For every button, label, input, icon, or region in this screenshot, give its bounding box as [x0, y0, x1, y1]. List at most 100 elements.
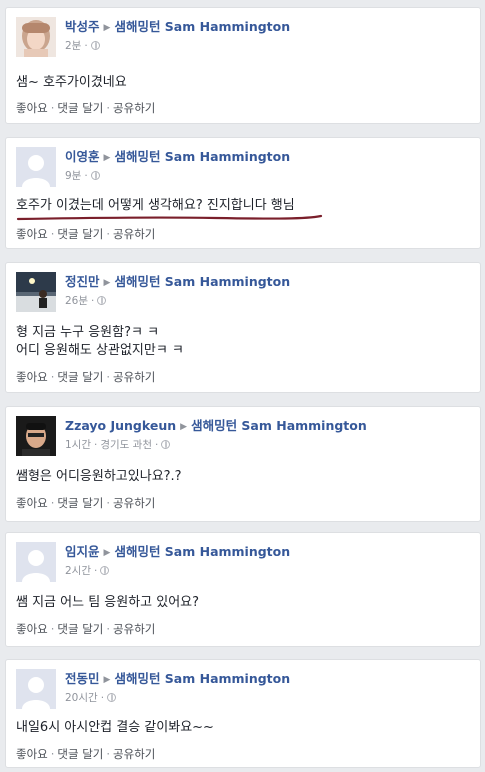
- share-link[interactable]: 공유하기: [113, 747, 155, 761]
- post-actions: 좋아요 · 댓글 달기 · 공유하기: [16, 101, 155, 115]
- profile-photo: [16, 17, 56, 57]
- like-link[interactable]: 좋아요: [16, 101, 48, 115]
- post-text: 내일6시 아시안컵 결승 같이봐요~~: [16, 719, 470, 737]
- avatar[interactable]: [16, 669, 56, 709]
- globe-icon: [100, 566, 110, 575]
- meta-separator: ·: [94, 565, 98, 577]
- action-separator: ·: [50, 370, 55, 384]
- post-time[interactable]: 9분: [65, 170, 81, 182]
- post-text-line: 샘~ 호주가이겼네요: [16, 75, 127, 90]
- avatar[interactable]: [16, 147, 56, 187]
- post-text: 쌤 지금 어느 팀 응원하고 있어요?: [16, 594, 470, 612]
- action-separator: ·: [50, 622, 55, 636]
- profile-photo: [16, 272, 56, 312]
- action-separator: ·: [50, 747, 55, 761]
- comment-link[interactable]: 댓글 달기: [57, 747, 103, 761]
- post-card: Zzayo Jungkeun ▶ 샘해밍턴 Sam Hammington 1시간 · 경…: [5, 406, 481, 522]
- post-target[interactable]: 샘해밍턴 Sam Hammington: [114, 149, 290, 164]
- post-time[interactable]: 2시간: [65, 565, 91, 577]
- post-target[interactable]: 샘해밍턴 Sam Hammington: [114, 19, 290, 34]
- post-text-line: 쌤형은 어디응원하고있나요?.?: [16, 469, 182, 484]
- action-separator: ·: [106, 370, 111, 384]
- action-separator: ·: [50, 227, 55, 241]
- post-text-line: 쌤 지금 어느 팀 응원하고 있어요?: [16, 595, 200, 610]
- like-link[interactable]: 좋아요: [16, 227, 48, 241]
- arrow-right-icon: ▶: [103, 278, 111, 288]
- globe-icon: [161, 440, 171, 449]
- post-card: 전동민 ▶ 샘해밍턴 Sam Hammington 20시간 · 내일6시 아시안컵 …: [5, 659, 481, 768]
- meta-separator: ·: [91, 295, 95, 307]
- globe-icon: [90, 171, 100, 180]
- share-link[interactable]: 공유하기: [113, 622, 155, 636]
- handdrawn-underline: [16, 214, 323, 221]
- comment-link[interactable]: 댓글 달기: [57, 622, 103, 636]
- action-separator: ·: [106, 622, 111, 636]
- globe-icon: [90, 41, 100, 50]
- post-actions: 좋아요 · 댓글 달기 · 공유하기: [16, 227, 155, 241]
- post-text: 샘~ 호주가이겼네요: [16, 74, 470, 92]
- post-text-line: 어디 응원해도 상관없지만ㅋ ㅋ: [16, 343, 184, 358]
- post-time[interactable]: 1시간: [65, 439, 91, 451]
- share-link[interactable]: 공유하기: [113, 227, 155, 241]
- share-link[interactable]: 공유하기: [113, 101, 155, 115]
- meta-separator: ·: [100, 692, 105, 704]
- arrow-right-icon: ▶: [180, 422, 188, 432]
- comment-link[interactable]: 댓글 달기: [57, 370, 103, 384]
- avatar[interactable]: [16, 272, 56, 312]
- post-author[interactable]: Zzayo Jungkeun: [65, 418, 176, 433]
- like-link[interactable]: 좋아요: [16, 622, 48, 636]
- avatar[interactable]: [16, 416, 56, 456]
- post-text-line: 내일6시 아시안컵 결승 같이봐요~~: [16, 720, 214, 735]
- post-card: 박성주 ▶ 샘해밍턴 Sam Hammington 2분 · 샘~ 호주가이겼네요 좋…: [5, 7, 481, 124]
- action-separator: ·: [106, 227, 111, 241]
- default-avatar-icon: [16, 147, 56, 187]
- meta-separator: ·: [84, 40, 88, 52]
- post-card: 이영훈 ▶ 샘해밍턴 Sam Hammington 9분 · 호주가 이겼는데 어떻게…: [5, 137, 481, 249]
- post-card: 정진만 ▶ 샘해밍턴 Sam Hammington 26분 · 형 지금 누구 응원함…: [5, 262, 481, 393]
- post-actions: 좋아요 · 댓글 달기 · 공유하기: [16, 370, 155, 384]
- meta-separator: ·: [94, 439, 98, 451]
- arrow-right-icon: ▶: [103, 23, 111, 33]
- post-location[interactable]: 경기도 과천: [100, 439, 152, 451]
- arrow-right-icon: ▶: [103, 675, 111, 685]
- comment-link[interactable]: 댓글 달기: [57, 496, 103, 510]
- post-time[interactable]: 2분: [65, 40, 81, 52]
- post-target[interactable]: 샘해밍턴 Sam Hammington: [114, 544, 290, 559]
- post-time[interactable]: 20시간: [65, 692, 98, 704]
- action-separator: ·: [50, 496, 55, 510]
- post-actions: 좋아요 · 댓글 달기 · 공유하기: [16, 496, 155, 510]
- post-card: 임지윤 ▶ 샘해밍턴 Sam Hammington 2시간 · 쌤 지금 어느 팀 응…: [5, 532, 481, 647]
- share-link[interactable]: 공유하기: [113, 370, 155, 384]
- comment-link[interactable]: 댓글 달기: [57, 101, 103, 115]
- post-time[interactable]: 26분: [65, 295, 88, 307]
- like-link[interactable]: 좋아요: [16, 747, 48, 761]
- comment-link[interactable]: 댓글 달기: [57, 227, 103, 241]
- post-text: 쌤형은 어디응원하고있나요?.?: [16, 468, 470, 486]
- meta-separator: ·: [84, 170, 88, 182]
- action-separator: ·: [106, 101, 111, 115]
- arrow-right-icon: ▶: [103, 153, 111, 163]
- avatar[interactable]: [16, 542, 56, 582]
- arrow-right-icon: ▶: [103, 548, 111, 558]
- post-author[interactable]: 임지윤: [65, 544, 100, 559]
- post-target[interactable]: 샘해밍턴 Sam Hammington: [114, 671, 290, 686]
- post-author[interactable]: 박성주: [65, 19, 100, 34]
- post-actions: 좋아요 · 댓글 달기 · 공유하기: [16, 622, 155, 636]
- post-text: 형 지금 누구 응원함?ㅋ ㅋ 어디 응원해도 상관없지만ㅋ ㅋ: [16, 324, 470, 360]
- post-target[interactable]: 샘해밍턴 Sam Hammington: [114, 274, 290, 289]
- post-target[interactable]: 샘해밍턴 Sam Hammington: [191, 418, 367, 433]
- action-separator: ·: [106, 747, 111, 761]
- post-author[interactable]: 정진만: [65, 274, 100, 289]
- profile-photo: [16, 416, 56, 456]
- post-text-line: 형 지금 누구 응원함?ㅋ ㅋ: [16, 325, 160, 340]
- post-author[interactable]: 전동민: [65, 671, 100, 686]
- share-link[interactable]: 공유하기: [113, 496, 155, 510]
- avatar[interactable]: [16, 17, 56, 57]
- post-author[interactable]: 이영훈: [65, 149, 100, 164]
- default-avatar-icon: [16, 542, 56, 582]
- like-link[interactable]: 좋아요: [16, 370, 48, 384]
- post-actions: 좋아요 · 댓글 달기 · 공유하기: [16, 747, 155, 761]
- like-link[interactable]: 좋아요: [16, 496, 48, 510]
- action-separator: ·: [106, 496, 111, 510]
- meta-separator: ·: [155, 439, 159, 451]
